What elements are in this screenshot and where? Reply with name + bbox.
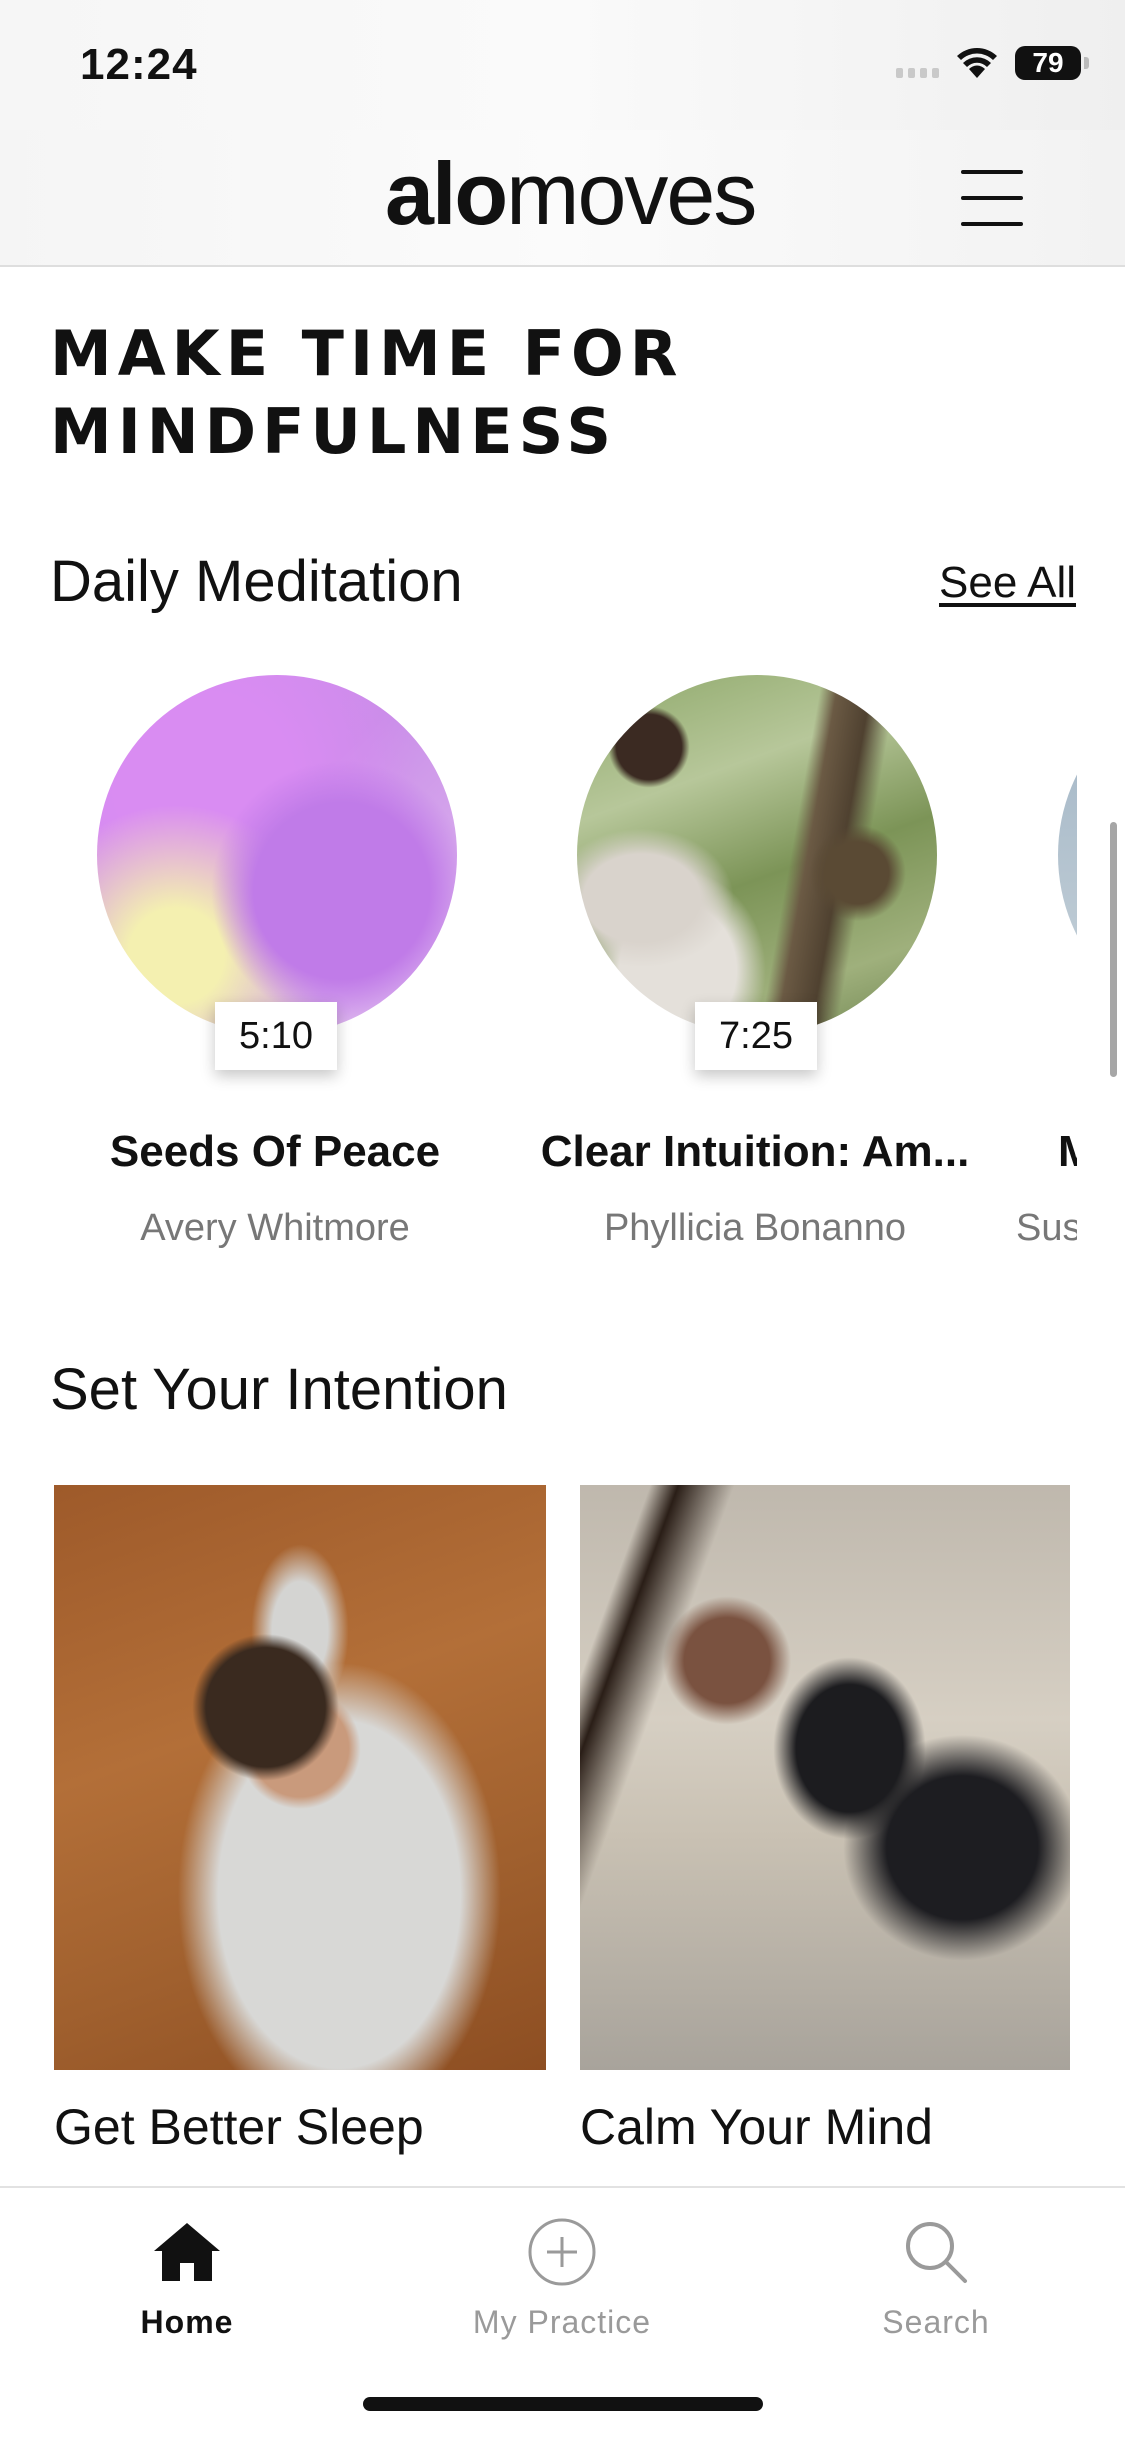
see-all-link[interactable]: See All (939, 558, 1076, 608)
logo-light-text: moves (506, 144, 757, 243)
meditation-author: Sus (1016, 1207, 1077, 1249)
tab-search[interactable]: Search (836, 2212, 1036, 2341)
alo-moves-logo[interactable]: alomoves (385, 150, 757, 238)
logo-bold-text: alo (385, 144, 508, 243)
intention-title: Calm Your Mind (580, 2099, 933, 2155)
vertical-scrollbar[interactable] (1110, 822, 1117, 1077)
home-indicator[interactable] (363, 2397, 763, 2411)
intention-image (580, 1485, 1070, 2070)
meditation-title: M (1058, 1127, 1077, 1176)
intention-title: Get Better Sleep (54, 2099, 424, 2155)
status-bar: 12:24 79 (0, 0, 1125, 130)
tab-my-practice[interactable]: My Practice (462, 2212, 662, 2341)
menu-icon[interactable] (961, 170, 1023, 226)
app-header: alomoves (0, 130, 1125, 267)
set-intention-title: Set Your Intention (50, 1357, 508, 1422)
plus-circle-icon (462, 2212, 662, 2292)
duration-badge: 7:25 (695, 1002, 817, 1070)
search-icon (836, 2212, 1036, 2292)
status-time: 12:24 (80, 40, 198, 89)
meditation-author: Phyllicia Bonanno (603, 1207, 907, 1249)
meditation-thumbnail (1058, 675, 1077, 1035)
meditation-card-partial[interactable]: M Sus (1010, 675, 1077, 1275)
meditation-title: Seeds Of Peace (109, 1127, 441, 1176)
page-headline: MAKE TIME FOR MINDFULNESS (50, 317, 684, 468)
meditation-thumbnail (577, 675, 937, 1035)
meditation-thumbnail (97, 675, 457, 1035)
meditation-author: Avery Whitmore (140, 1207, 410, 1249)
duration-badge: 5:10 (215, 1002, 337, 1070)
meditation-card[interactable]: 5:10 Seeds Of Peace Avery Whitmore (35, 675, 515, 1275)
meditation-title: Clear Intuition: Am... (540, 1127, 970, 1176)
intention-image (54, 1485, 546, 2070)
tab-home-label: Home (140, 2304, 234, 2340)
tab-home[interactable]: Home (87, 2212, 287, 2341)
cellular-signal-icon (896, 48, 939, 78)
meditation-card[interactable]: 7:25 Clear Intuition: Am... Phyllicia Bo… (515, 675, 995, 1275)
wifi-icon (955, 46, 999, 80)
intention-card-sleep[interactable]: Get Better Sleep (54, 1485, 546, 2156)
daily-meditation-title: Daily Meditation (50, 549, 463, 614)
home-icon (87, 2212, 287, 2292)
tab-my-practice-label: My Practice (472, 2304, 652, 2340)
status-icons: 79 (896, 46, 1089, 80)
intention-card-calm-mind[interactable]: Calm Your Mind (580, 1485, 1070, 2156)
battery-icon: 79 (1015, 46, 1089, 80)
tab-search-label: Search (882, 2304, 990, 2340)
